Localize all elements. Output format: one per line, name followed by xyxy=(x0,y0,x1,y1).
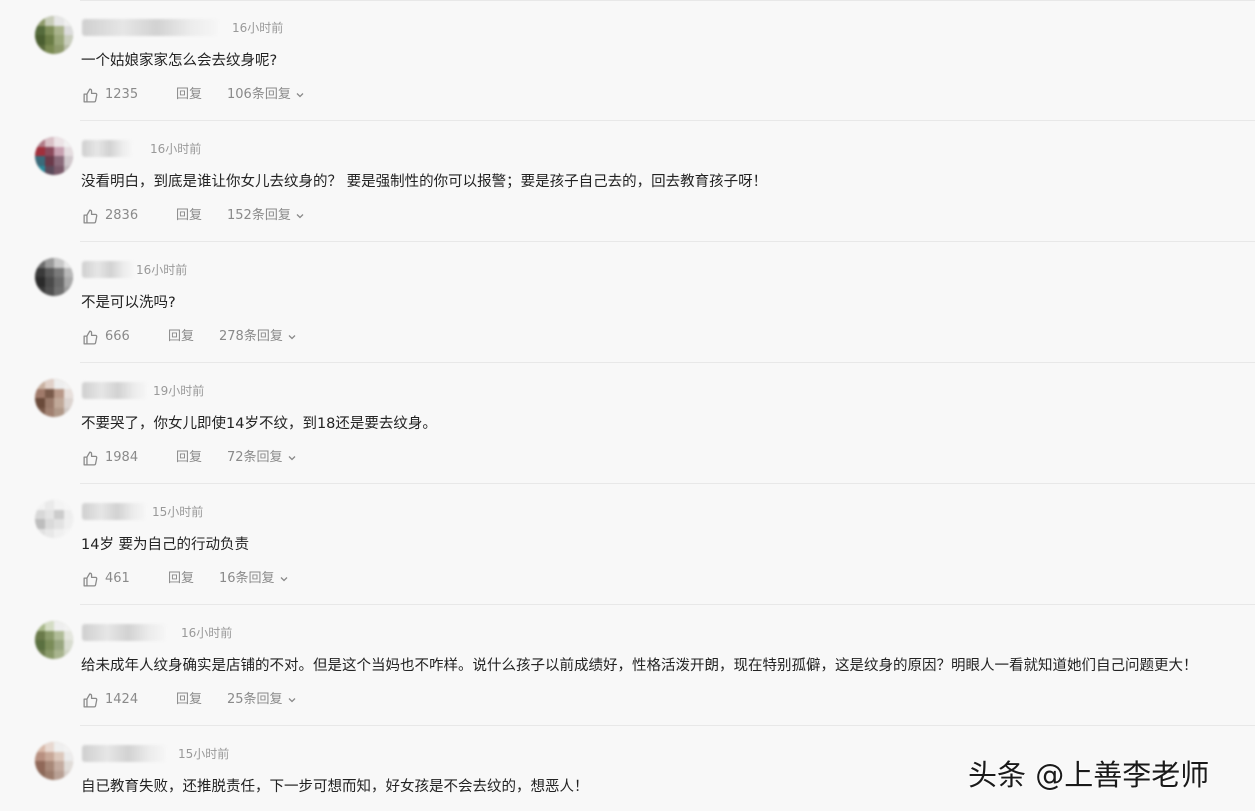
comment-text: 14岁 要为自己的行动负责 xyxy=(81,537,250,553)
comment-text: 给未成年人纹身确实是店铺的不对。但是这个当妈也不咋样。说什么孩子以前成绩好，性格… xyxy=(81,658,1198,674)
comment-time: 16小时前 xyxy=(232,21,284,35)
replies-count: 72条回复 xyxy=(227,450,283,465)
username-redacted[interactable] xyxy=(82,382,147,399)
like-button[interactable]: 1235 xyxy=(82,86,138,104)
reply-button[interactable]: 回复 xyxy=(168,570,194,588)
username-redacted[interactable] xyxy=(82,140,132,157)
chevron-down-icon xyxy=(288,698,296,703)
view-replies-button[interactable]: 106条回复 xyxy=(227,86,305,104)
comment-text: 不是可以洗吗? xyxy=(81,295,176,311)
reply-button[interactable]: 回复 xyxy=(176,449,202,467)
like-button[interactable]: 1984 xyxy=(82,449,138,467)
view-replies-button[interactable]: 152条回复 xyxy=(227,207,305,225)
username-redacted[interactable] xyxy=(82,19,218,36)
comment-item: 16小时前 不是可以洗吗? 666 回复 278条回复 xyxy=(0,242,1255,363)
username-redacted[interactable] xyxy=(82,624,166,641)
comment-list: 16小时前 一个姑娘家家怎么会去纹身呢? 1235 回复 106条回复 16小时… xyxy=(0,0,1255,811)
replies-count: 16条回复 xyxy=(219,571,275,586)
like-count: 2836 xyxy=(105,208,139,223)
comment-text: 不要哭了，你女儿即使14岁不纹，到18还是要去纹身。 xyxy=(81,416,437,432)
reply-button[interactable]: 回复 xyxy=(176,86,202,104)
replies-count: 152条回复 xyxy=(227,208,291,223)
comment-text: 自已教育失败，还推脱责任，下一步可想而知，好女孩是不会去纹的，想恶人！ xyxy=(81,779,589,795)
replies-count: 278条回复 xyxy=(219,329,283,344)
chevron-down-icon xyxy=(296,214,304,219)
avatar[interactable] xyxy=(35,500,73,538)
comment-item: 16小时前 一个姑娘家家怎么会去纹身呢? 1235 回复 106条回复 xyxy=(0,0,1255,121)
comment-item: 15小时前 14岁 要为自己的行动负责 461 回复 16条回复 xyxy=(0,484,1255,605)
reply-button[interactable]: 回复 xyxy=(176,207,202,225)
chevron-down-icon xyxy=(288,456,296,461)
chevron-down-icon xyxy=(296,93,304,98)
view-replies-button[interactable]: 72条回复 xyxy=(227,449,297,467)
view-replies-button[interactable]: 25条回复 xyxy=(227,691,297,709)
like-count: 461 xyxy=(105,571,130,586)
like-count: 1235 xyxy=(105,87,139,102)
avatar[interactable] xyxy=(35,137,73,175)
comment-item: 19小时前 不要哭了，你女儿即使14岁不纹，到18还是要去纹身。 1984 回复… xyxy=(0,363,1255,484)
like-button[interactable]: 2836 xyxy=(82,207,138,225)
avatar[interactable] xyxy=(35,16,73,54)
username-redacted[interactable] xyxy=(82,261,134,278)
username-redacted[interactable] xyxy=(82,745,166,762)
thumbs-up-icon xyxy=(83,208,98,224)
avatar[interactable] xyxy=(35,742,73,780)
thumbs-up-icon xyxy=(83,87,98,103)
like-button[interactable]: 666 xyxy=(82,328,130,346)
thumbs-up-icon xyxy=(83,329,98,345)
view-replies-button[interactable]: 16条回复 xyxy=(219,570,289,588)
comment-time: 15小时前 xyxy=(178,747,230,761)
avatar[interactable] xyxy=(35,379,73,417)
comment-text: 一个姑娘家家怎么会去纹身呢? xyxy=(81,53,278,69)
reply-button[interactable]: 回复 xyxy=(176,691,202,709)
comment-time: 16小时前 xyxy=(181,626,233,640)
chevron-down-icon xyxy=(280,577,288,582)
replies-count: 25条回复 xyxy=(227,692,283,707)
thumbs-up-icon xyxy=(83,450,98,466)
comment-time: 15小时前 xyxy=(152,505,204,519)
like-count: 1984 xyxy=(105,450,139,465)
chevron-down-icon xyxy=(288,335,296,340)
replies-count: 106条回复 xyxy=(227,87,291,102)
view-replies-button[interactable]: 278条回复 xyxy=(219,328,297,346)
reply-button[interactable]: 回复 xyxy=(168,328,194,346)
watermark: 头条 @上善李老师 xyxy=(968,758,1210,792)
comment-item: 16小时前 给未成年人纹身确实是店铺的不对。但是这个当妈也不咋样。说什么孩子以前… xyxy=(0,605,1255,726)
username-redacted[interactable] xyxy=(82,503,146,520)
comment-text: 没看明白，到底是谁让你女儿去纹身的？ 要是强制性的你可以报警；要是孩子自己去的，… xyxy=(81,174,768,190)
avatar[interactable] xyxy=(35,258,73,296)
like-button[interactable]: 1424 xyxy=(82,691,138,709)
comment-time: 19小时前 xyxy=(153,384,205,398)
like-button[interactable]: 461 xyxy=(82,570,130,588)
comment-time: 16小时前 xyxy=(150,142,202,156)
comment-time: 16小时前 xyxy=(136,263,188,277)
comment-item: 16小时前 没看明白，到底是谁让你女儿去纹身的？ 要是强制性的你可以报警；要是孩… xyxy=(0,121,1255,242)
avatar[interactable] xyxy=(35,621,73,659)
thumbs-up-icon xyxy=(83,571,98,587)
like-count: 666 xyxy=(105,329,130,344)
like-count: 1424 xyxy=(105,692,139,707)
thumbs-up-icon xyxy=(83,692,98,708)
